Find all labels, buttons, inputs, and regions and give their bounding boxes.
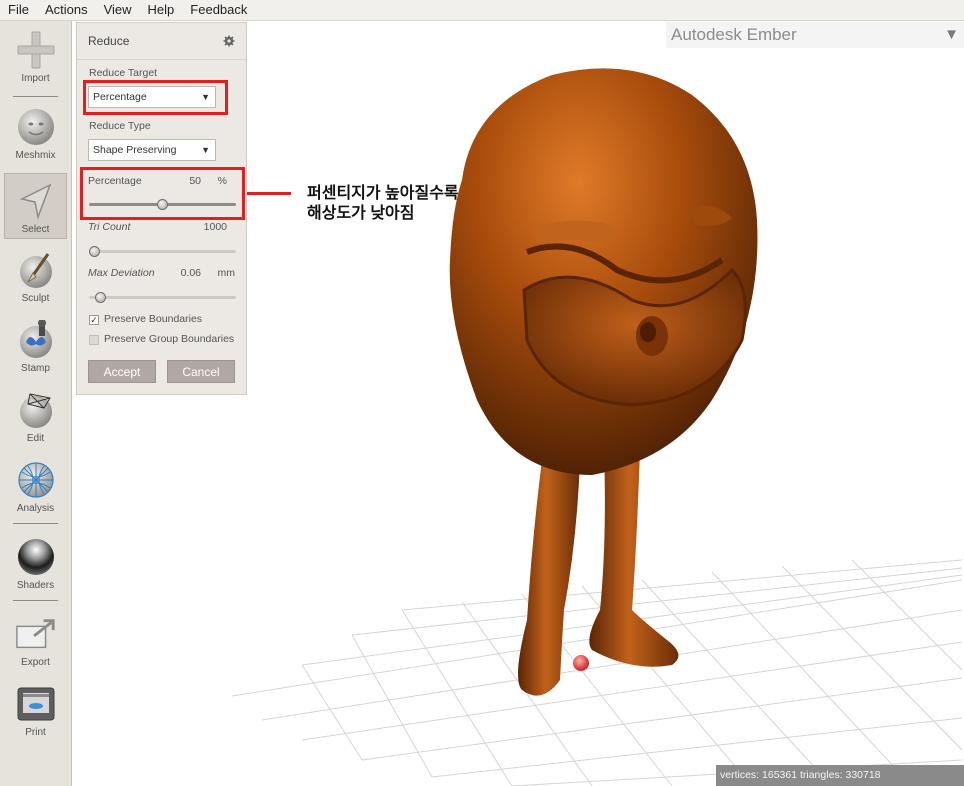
reduce-type-select[interactable]: Shape Preserving ▼ <box>88 139 216 161</box>
menu-feedback[interactable]: Feedback <box>182 0 255 20</box>
toolbar-divider <box>13 96 58 97</box>
sculpt-label: Sculpt <box>21 293 50 304</box>
meshmix-face-icon <box>15 106 57 148</box>
tri-count-slider-handle[interactable] <box>89 246 100 257</box>
analysis-button[interactable]: Analysis <box>4 453 67 519</box>
toolbar-divider <box>13 600 58 601</box>
highlight-box <box>80 167 245 220</box>
annotation-line-1: 퍼센티지가 높아질수록 <box>307 185 459 202</box>
menu-view[interactable]: View <box>96 0 140 20</box>
plus-icon <box>15 29 57 71</box>
select-button[interactable]: Select <box>4 173 67 239</box>
stamp-button[interactable]: Stamp <box>4 313 67 379</box>
annotation-text: 퍼센티지가 높아질수록 해상도가 낮아짐 <box>307 184 459 224</box>
stamp-icon <box>15 319 57 361</box>
sculpt-brush-icon <box>15 249 57 291</box>
dropdown-arrow-icon: ▼ <box>201 145 210 155</box>
meshmix-button[interactable]: Meshmix <box>4 100 67 166</box>
edit-label: Edit <box>26 433 45 444</box>
mesh-stats: vertices: 165361 triangles: 330718 <box>716 765 964 786</box>
preserve-boundaries-label: Preserve Boundaries <box>104 313 203 325</box>
select-arrow-icon <box>15 180 57 222</box>
panel-title: Reduce <box>88 34 130 48</box>
toolbar-divider <box>13 523 58 524</box>
cancel-button[interactable]: Cancel <box>167 360 235 383</box>
analysis-wireframe-icon <box>15 459 57 501</box>
meshmix-label: Meshmix <box>15 150 56 161</box>
max-deviation-slider-handle[interactable] <box>95 292 106 303</box>
reduce-panel: Reduce Reduce Target Percentage ▼ Reduce… <box>76 22 247 395</box>
gear-icon[interactable] <box>223 35 235 47</box>
annotation-line-2: 해상도가 낮아짐 <box>307 205 415 222</box>
reduce-target-label: Reduce Target <box>89 67 158 79</box>
accept-button[interactable]: Accept <box>88 360 156 383</box>
highlight-box <box>83 80 228 115</box>
menu-bar: File Actions View Help Feedback <box>0 0 964 21</box>
export-icon <box>15 613 57 655</box>
preserve-group-boundaries-label: Preserve Group Boundaries <box>104 333 235 345</box>
tri-count-slider[interactable] <box>89 250 236 253</box>
import-label: Import <box>21 73 50 84</box>
max-deviation-unit: mm <box>217 267 236 279</box>
preserve-group-boundaries-checkbox[interactable] <box>89 335 99 345</box>
menu-file[interactable]: File <box>0 0 37 20</box>
edit-mesh-icon <box>15 389 57 431</box>
reduce-type-label: Reduce Type <box>89 120 151 132</box>
tri-count-value: 1000 <box>203 221 227 233</box>
dropdown-arrow-icon: ▼ <box>944 26 959 43</box>
max-deviation-label: Max Deviation <box>88 267 155 279</box>
edit-button[interactable]: Edit <box>4 383 67 449</box>
analysis-label: Analysis <box>16 503 55 514</box>
print-label: Print <box>25 727 46 738</box>
tri-count-label: Tri Count <box>88 221 131 233</box>
shader-sphere-icon <box>15 536 57 578</box>
max-deviation-slider[interactable] <box>89 296 236 299</box>
import-button[interactable]: Import <box>4 23 67 89</box>
pivot-point[interactable] <box>573 655 589 671</box>
max-deviation-value: 0.06 <box>180 267 201 279</box>
shaders-button[interactable]: Shaders <box>4 530 67 596</box>
select-label: Select <box>21 224 50 235</box>
printer-selector[interactable]: Autodesk Ember ▼ <box>666 22 964 48</box>
stamp-label: Stamp <box>21 363 50 374</box>
preserve-boundaries-checkbox[interactable]: ✓ <box>89 315 99 325</box>
reduce-type-value: Shape Preserving <box>93 144 177 156</box>
floor-grid <box>231 559 963 786</box>
left-toolbar: Import Meshmix Select Sculpt Stamp Edit <box>0 21 72 786</box>
printer-icon <box>15 683 57 725</box>
export-label: Export <box>21 657 50 668</box>
print-button[interactable]: Print <box>4 677 67 743</box>
sculpt-button[interactable]: Sculpt <box>4 243 67 309</box>
printer-name: Autodesk Ember <box>671 25 797 44</box>
annotation-line <box>247 192 291 195</box>
menu-actions[interactable]: Actions <box>37 0 96 20</box>
panel-header: Reduce <box>77 23 246 60</box>
shaders-label: Shaders <box>16 580 55 591</box>
export-button[interactable]: Export <box>4 607 67 673</box>
menu-help[interactable]: Help <box>140 0 183 20</box>
